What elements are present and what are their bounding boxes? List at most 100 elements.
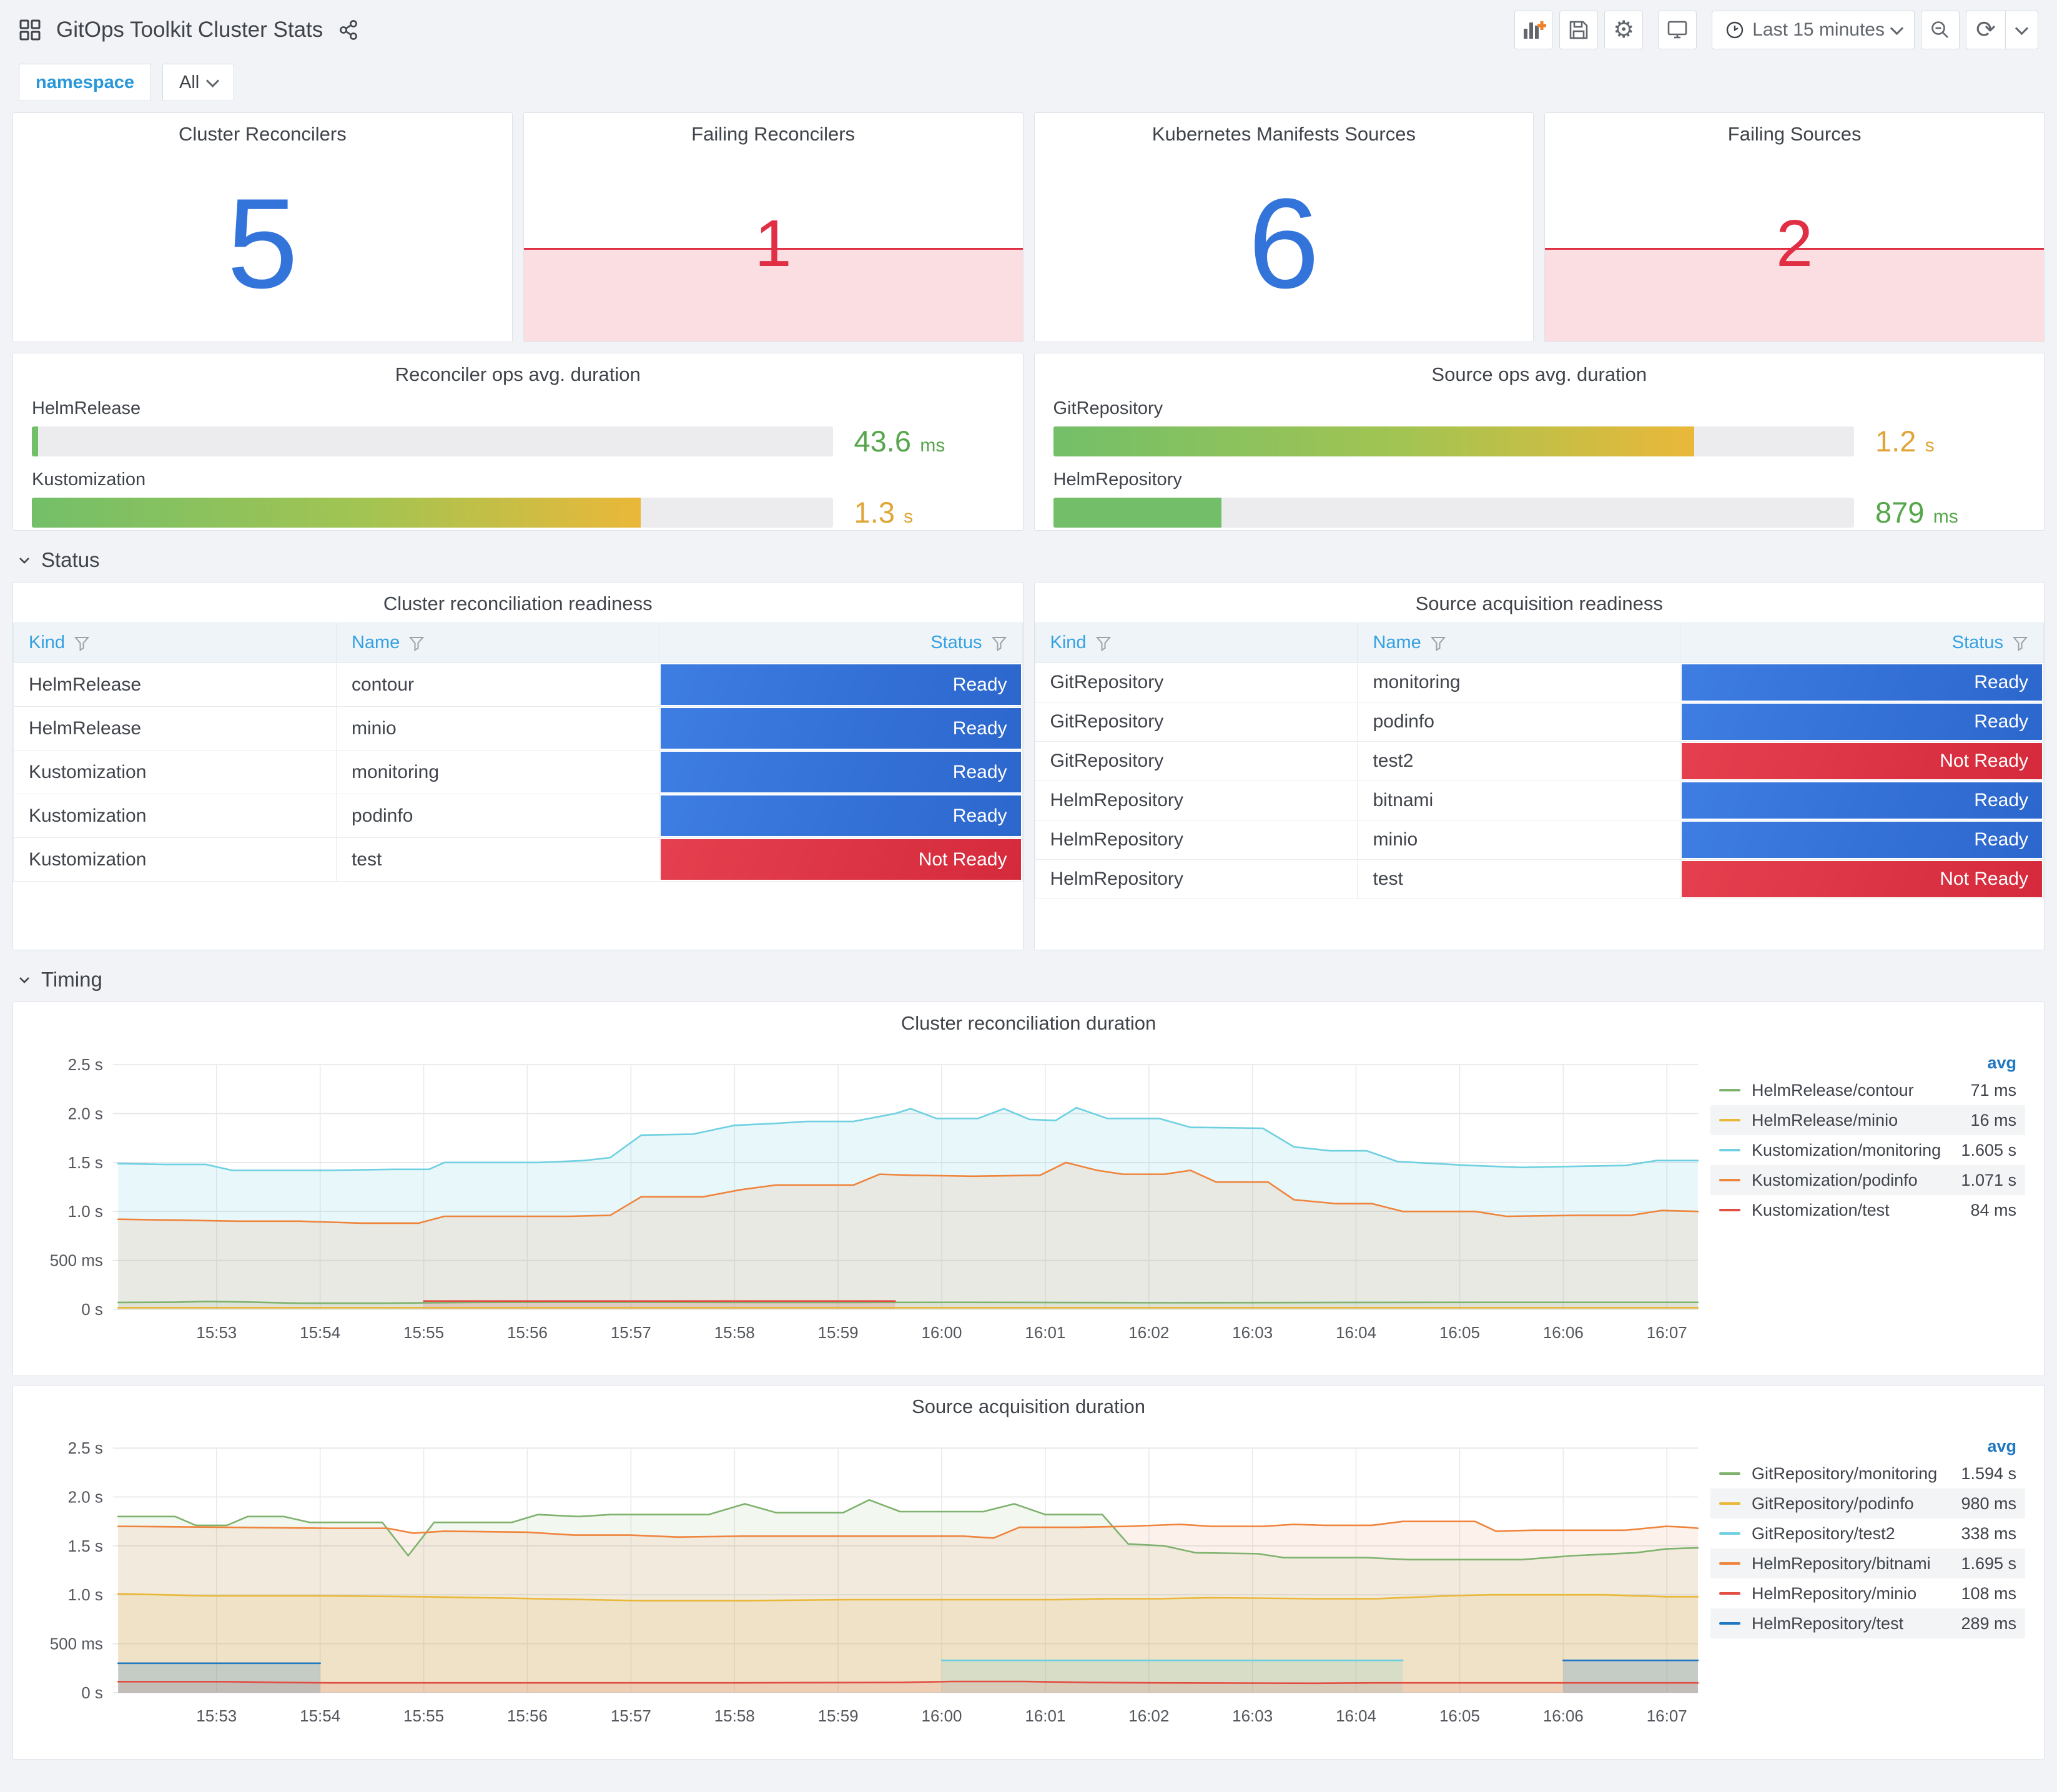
panel-title[interactable]: Cluster reconciliation readiness <box>13 583 1023 615</box>
legend-item[interactable]: HelmRelease/contour 71 ms <box>1710 1075 2025 1105</box>
add-panel-icon <box>1524 21 1547 39</box>
panel-title[interactable]: Failing Reconcilers <box>524 113 1023 145</box>
time-range-label: Last 15 minutes <box>1752 19 1885 40</box>
table-row: GitRepository podinfo Ready <box>1034 702 2044 742</box>
gauge-label: Kustomization <box>32 470 146 490</box>
svg-text:1.0 s: 1.0 s <box>68 1202 103 1221</box>
status-badge: Ready <box>1682 822 2042 858</box>
table-row: HelmRelease minio Ready <box>13 706 1023 751</box>
filter-icon[interactable] <box>408 635 425 651</box>
gauge-row: HelmRelease 43.6 ms <box>32 398 1004 458</box>
cell-name: minio <box>335 706 659 751</box>
svg-text:16:05: 16:05 <box>1439 1706 1480 1725</box>
legend-item[interactable]: HelmRelease/minio 16 ms <box>1710 1105 2025 1135</box>
legend-item[interactable]: HelmRepository/test 289 ms <box>1710 1608 2025 1638</box>
legend-item[interactable]: HelmRepository/bitnami 1.695 s <box>1710 1548 2025 1578</box>
column-header-name[interactable]: Name <box>335 623 659 663</box>
table-row: HelmRepository bitnami Ready <box>1034 780 2044 820</box>
section-timing[interactable]: Timing <box>17 968 2040 992</box>
series-avg-value: 16 ms <box>1970 1110 2016 1130</box>
add-panel-button[interactable] <box>1514 11 1554 49</box>
timeseries-panel: Source acquisition duration 0 s 500 ms 1.0… <box>12 1385 2045 1760</box>
cell-name: podinfo <box>1357 702 1681 742</box>
panel-title[interactable]: Source acquisition duration <box>13 1386 2044 1418</box>
tv-mode-button[interactable] <box>1658 11 1697 49</box>
cell-name: monitoring <box>335 750 659 794</box>
legend-item[interactable]: Kustomization/monitoring 1.605 s <box>1710 1135 2025 1165</box>
series-color-swatch <box>1719 1532 1740 1535</box>
legend-item[interactable]: Kustomization/test 84 ms <box>1710 1195 2025 1225</box>
panel-title[interactable]: Source ops avg. duration <box>1035 353 2045 386</box>
legend-item[interactable]: GitRepository/test2 338 ms <box>1710 1519 2025 1548</box>
gauge-fill <box>1053 497 1221 528</box>
svg-text:16:02: 16:02 <box>1128 1706 1169 1725</box>
filter-icon[interactable] <box>991 635 1007 651</box>
save-icon <box>1569 21 1588 39</box>
refresh-button[interactable]: ⟳ <box>1966 11 2005 49</box>
refresh-interval-dropdown[interactable] <box>2005 11 2038 49</box>
column-header-kind[interactable]: Kind <box>13 623 337 663</box>
svg-text:1.5 s: 1.5 s <box>68 1153 103 1172</box>
series-avg-value: 1.605 s <box>1961 1140 2016 1159</box>
column-header-status[interactable]: Status <box>1680 623 2044 663</box>
series-name: Kustomization/test <box>1752 1200 1890 1219</box>
series-avg-value: 1.695 s <box>1961 1553 2016 1573</box>
section-status[interactable]: Status <box>17 548 2040 572</box>
cell-name: test <box>1357 859 1681 899</box>
status-badge: Not Ready <box>1682 861 2042 897</box>
panel-title[interactable]: Reconciler ops avg. duration <box>13 353 1023 386</box>
series-name: GitRepository/test2 <box>1752 1524 1895 1543</box>
panel-title[interactable]: Cluster Reconcilers <box>13 113 512 145</box>
column-header-name[interactable]: Name <box>1357 623 1681 663</box>
zoom-out-button[interactable] <box>1921 11 1960 49</box>
series-name: HelmRelease/minio <box>1752 1110 1898 1130</box>
legend-item[interactable]: GitRepository/podinfo 980 ms <box>1710 1489 2025 1519</box>
series-name: HelmRepository/minio <box>1752 1583 1917 1603</box>
legend-item[interactable]: Kustomization/podinfo 1.071 s <box>1710 1165 2025 1195</box>
stat-panel: Failing Sources 2 <box>1544 112 2045 342</box>
save-dashboard-button[interactable] <box>1559 11 1599 49</box>
filter-icon[interactable] <box>1095 635 1112 651</box>
time-range-picker[interactable]: Last 15 minutes <box>1712 11 1915 49</box>
panel-title[interactable]: Source acquisition readiness <box>1035 583 2045 615</box>
dashboard-header: GitOps Toolkit Cluster Stats ⚙ Last 15 m… <box>12 6 2045 54</box>
legend-avg-header[interactable]: avg <box>1710 1053 2025 1073</box>
table-row: HelmRepository minio Ready <box>1034 820 2044 860</box>
stat-value: 2 <box>1776 206 1813 280</box>
cell-kind: GitRepository <box>1034 741 1358 781</box>
variable-namespace-select[interactable]: All <box>162 64 235 101</box>
dashboard-grid-icon[interactable] <box>19 19 41 41</box>
filter-icon[interactable] <box>74 635 90 651</box>
series-color-swatch <box>1719 1502 1740 1505</box>
svg-text:15:56: 15:56 <box>507 1706 548 1725</box>
series-color-swatch <box>1719 1622 1740 1625</box>
svg-text:15:57: 15:57 <box>611 1706 651 1725</box>
column-header-status[interactable]: Status <box>658 623 1023 663</box>
chart-legend: avg HelmRelease/contour 71 ms HelmReleas… <box>1710 1035 2041 1374</box>
series-color-swatch <box>1719 1119 1740 1121</box>
legend-avg-header[interactable]: avg <box>1710 1437 2025 1456</box>
bar-gauge-panel: Reconciler ops avg. duration HelmRelease… <box>12 353 1024 531</box>
column-header-kind[interactable]: Kind <box>1034 623 1358 663</box>
series-color-swatch <box>1719 1209 1740 1211</box>
cell-status: Not Ready <box>1680 741 2044 781</box>
svg-text:15:54: 15:54 <box>300 1706 340 1725</box>
dashboard-settings-button[interactable]: ⚙ <box>1604 11 1644 49</box>
status-table: Kind Name Status HelmRelease contour Ready He… <box>13 623 1023 882</box>
status-badge: Ready <box>660 752 1021 792</box>
chart-legend: avg GitRepository/monitoring 1.594 s Git… <box>1710 1418 2041 1758</box>
status-badge: Ready <box>660 708 1021 749</box>
panel-title[interactable]: Kubernetes Manifests Sources <box>1035 113 1534 145</box>
refresh-icon: ⟳ <box>1976 17 1996 43</box>
series-name: HelmRepository/test <box>1752 1613 1904 1633</box>
legend-item[interactable]: HelmRepository/minio 108 ms <box>1710 1578 2025 1608</box>
panel-title[interactable]: Cluster reconciliation duration <box>13 1002 2044 1035</box>
legend-item[interactable]: GitRepository/monitoring 1.594 s <box>1710 1459 2025 1489</box>
cell-status: Ready <box>1680 702 2044 742</box>
filter-icon[interactable] <box>2012 635 2028 651</box>
share-icon[interactable] <box>338 19 359 41</box>
filter-icon[interactable] <box>1430 635 1446 651</box>
panel-title[interactable]: Failing Sources <box>1545 113 2044 145</box>
svg-text:15:58: 15:58 <box>714 1323 755 1342</box>
gauge-label: GitRepository <box>1053 398 1163 418</box>
